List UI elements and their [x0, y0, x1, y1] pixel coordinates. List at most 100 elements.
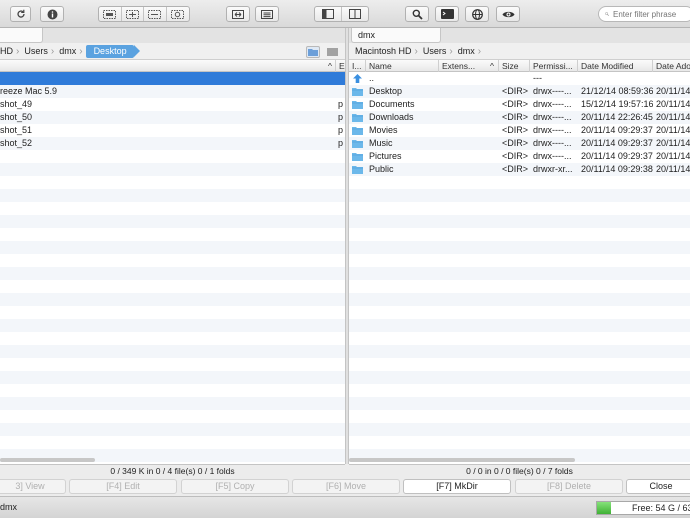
- table-row[interactable]: Movies <DIR> drwx----... 20/11/14 09:29:37 2…: [349, 124, 690, 137]
- table-row[interactable]: [0, 345, 345, 358]
- table-row[interactable]: [349, 228, 690, 241]
- column-ext-header[interactable]: E: [336, 60, 345, 72]
- table-row[interactable]: Music <DIR> drwx----... 20/11/14 09:29:37 20…: [349, 137, 690, 150]
- quick-look-button[interactable]: [496, 6, 520, 22]
- table-row[interactable]: [349, 345, 690, 358]
- search-files-button[interactable]: [405, 6, 429, 22]
- refresh-button[interactable]: [10, 6, 31, 22]
- table-row[interactable]: [349, 371, 690, 384]
- delete-button[interactable]: [F8] Delete: [515, 479, 623, 494]
- table-row[interactable]: [349, 189, 690, 202]
- table-row[interactable]: [0, 358, 345, 371]
- table-row[interactable]: shot_49 p: [0, 98, 345, 111]
- info-button[interactable]: [40, 6, 64, 22]
- single-panel-button[interactable]: [315, 7, 342, 21]
- table-row[interactable]: [0, 397, 345, 410]
- deselect-pattern-button[interactable]: [144, 7, 167, 21]
- table-row[interactable]: [349, 358, 690, 371]
- table-row[interactable]: [0, 384, 345, 397]
- table-row[interactable]: [349, 384, 690, 397]
- copy-button[interactable]: [F5] Copy: [181, 479, 289, 494]
- breadcrumb-item[interactable]: HD: [0, 45, 15, 58]
- column-name-header[interactable]: Name: [366, 60, 439, 72]
- table-row[interactable]: [349, 267, 690, 280]
- view-button[interactable]: 3] View: [0, 479, 66, 494]
- breadcrumb-item[interactable]: dmx: [57, 45, 78, 58]
- list-view-button[interactable]: [324, 46, 340, 58]
- terminal-button[interactable]: [435, 6, 459, 22]
- breadcrumb-item-current[interactable]: Desktop: [85, 44, 140, 58]
- column-extension-header[interactable]: Extens... ^: [439, 60, 499, 72]
- edit-panel-button[interactable]: [255, 6, 279, 22]
- table-row[interactable]: Documents <DIR> drwx----... 15/12/14 19:57:…: [349, 98, 690, 111]
- right-file-panel[interactable]: I... Name Extens... ^ Size Permissi... Da…: [349, 60, 690, 464]
- table-row[interactable]: [0, 371, 345, 384]
- table-row[interactable]: [349, 241, 690, 254]
- table-row[interactable]: [0, 332, 345, 345]
- close-button[interactable]: Close: [626, 479, 690, 494]
- column-icon-header[interactable]: I...: [349, 60, 366, 72]
- column-date-added-header[interactable]: Date Ado: [653, 60, 690, 72]
- table-row[interactable]: [0, 267, 345, 280]
- column-permissions-header[interactable]: Permissi...: [530, 60, 578, 72]
- table-row[interactable]: shot_51 p: [0, 124, 345, 137]
- table-row[interactable]: Desktop <DIR> drwx----... 21/12/14 08:59:36…: [349, 85, 690, 98]
- column-date-modified-header[interactable]: Date Modified: [578, 60, 653, 72]
- table-row[interactable]: [0, 241, 345, 254]
- breadcrumb-item[interactable]: Macintosh HD: [353, 45, 414, 58]
- table-row[interactable]: reeze Mac 5.9: [0, 85, 345, 98]
- table-row[interactable]: [349, 410, 690, 423]
- filter-search-box[interactable]: [598, 6, 690, 22]
- dual-panel-button[interactable]: [342, 7, 368, 21]
- network-button[interactable]: [465, 6, 489, 22]
- table-row[interactable]: [0, 189, 345, 202]
- edit-button[interactable]: [F4] Edit: [69, 479, 177, 494]
- breadcrumb-item[interactable]: Users: [22, 45, 50, 58]
- table-row[interactable]: [349, 280, 690, 293]
- column-size-header[interactable]: Size: [499, 60, 530, 72]
- table-row[interactable]: [349, 397, 690, 410]
- table-row[interactable]: [0, 215, 345, 228]
- filter-input[interactable]: [613, 9, 690, 19]
- table-row[interactable]: shot_50 p: [0, 111, 345, 124]
- table-row[interactable]: [349, 306, 690, 319]
- table-row[interactable]: [0, 319, 345, 332]
- table-row[interactable]: [349, 423, 690, 436]
- table-row[interactable]: [0, 72, 345, 85]
- table-row[interactable]: [349, 293, 690, 306]
- table-row[interactable]: [0, 293, 345, 306]
- table-row[interactable]: [0, 176, 345, 189]
- table-row[interactable]: [349, 202, 690, 215]
- table-row[interactable]: [349, 332, 690, 345]
- command-prompt[interactable]: dmx: [0, 502, 17, 512]
- table-row[interactable]: Pictures <DIR> drwx----... 20/11/14 09:29:3…: [349, 150, 690, 163]
- icon-view-button[interactable]: [306, 46, 320, 58]
- table-row[interactable]: [0, 150, 345, 163]
- invert-selection-button[interactable]: [167, 7, 189, 21]
- breadcrumb-item[interactable]: dmx: [456, 45, 477, 58]
- table-row[interactable]: Public <DIR> drwxr-xr... 20/11/14 09:29:38 2…: [349, 163, 690, 176]
- mkdir-button[interactable]: [F7] MkDir: [403, 479, 511, 494]
- breadcrumb-item[interactable]: Users: [421, 45, 449, 58]
- table-row[interactable]: [0, 202, 345, 215]
- table-row[interactable]: [349, 436, 690, 449]
- select-pattern-button[interactable]: [122, 7, 144, 21]
- table-row[interactable]: [349, 254, 690, 267]
- select-all-button[interactable]: [99, 7, 122, 21]
- right-tab[interactable]: dmx: [351, 28, 441, 43]
- table-row[interactable]: [0, 280, 345, 293]
- column-name-header[interactable]: ^: [0, 60, 336, 72]
- table-row[interactable]: [349, 215, 690, 228]
- table-row[interactable]: shot_52 p: [0, 137, 345, 150]
- left-horizontal-scrollbar[interactable]: [0, 458, 95, 462]
- right-horizontal-scrollbar[interactable]: [349, 458, 575, 462]
- table-row[interactable]: .. ---: [349, 72, 690, 85]
- table-row[interactable]: [349, 319, 690, 332]
- left-tab[interactable]: [0, 28, 43, 43]
- table-row[interactable]: Downloads <DIR> drwx----... 20/11/14 22:26:…: [349, 111, 690, 124]
- move-button[interactable]: [F6] Move: [292, 479, 400, 494]
- table-row[interactable]: [0, 254, 345, 267]
- table-row[interactable]: [0, 436, 345, 449]
- table-row[interactable]: [0, 163, 345, 176]
- table-row[interactable]: [349, 176, 690, 189]
